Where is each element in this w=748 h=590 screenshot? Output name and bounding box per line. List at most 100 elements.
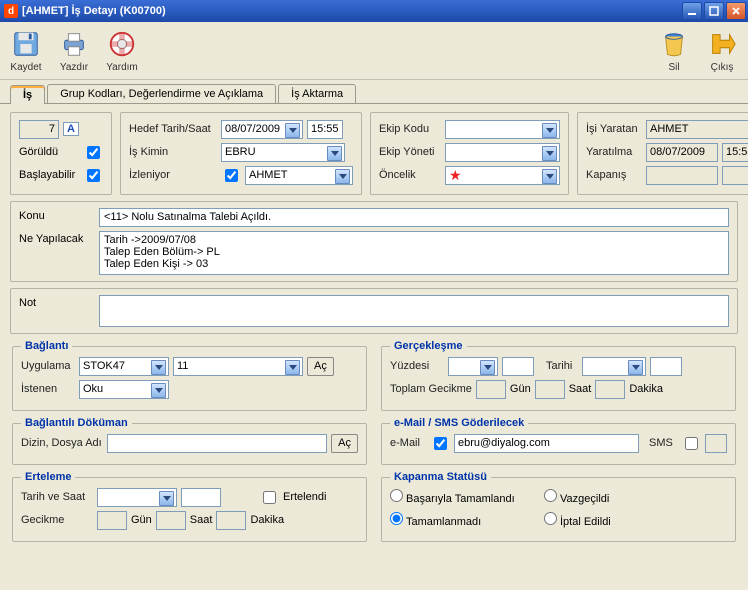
radio-basariyla[interactable]: Başarıyla Tamamlandı bbox=[390, 489, 540, 505]
iskimin-combo[interactable]: EBRU bbox=[221, 143, 345, 162]
ekipyoneti-label: Ekip Yöneti bbox=[379, 146, 441, 158]
kapanis-label: Kapanış bbox=[586, 169, 642, 181]
e-dakika-field bbox=[216, 511, 246, 530]
ekipkodu-combo[interactable] bbox=[445, 120, 560, 139]
panel-ekip: Ekip Kodu Ekip Yöneti Öncelik ★ bbox=[370, 112, 569, 195]
panel-email: e-Mail / SMS Göderilecek e-Mail SMS bbox=[381, 417, 736, 465]
gerceklesme-title: Gerçekleşme bbox=[390, 340, 467, 352]
panel-konu: Konu <11> Nolu Satınalma Talebi Açıldı. … bbox=[10, 201, 738, 282]
iskimin-label: İş Kimin bbox=[129, 146, 217, 158]
baglanti-title: Bağlantı bbox=[21, 340, 72, 352]
e-gun-field bbox=[97, 511, 127, 530]
exit-label: Çıkış bbox=[711, 62, 734, 73]
erteleme-tarih-combo[interactable] bbox=[97, 488, 177, 507]
delete-label: Sil bbox=[668, 62, 679, 73]
floppy-icon bbox=[10, 28, 42, 60]
email-checkbox[interactable] bbox=[434, 437, 447, 450]
ac-button[interactable]: Aç bbox=[307, 357, 334, 376]
gecikme-label: Gecikme bbox=[21, 514, 93, 526]
not-label: Not bbox=[19, 295, 91, 327]
e-gun-label: Gün bbox=[131, 514, 152, 526]
radio-vazgecildi[interactable]: Vazgeçildi bbox=[544, 489, 609, 505]
ertelendi-checkbox[interactable] bbox=[263, 491, 276, 504]
radio-tamamlanmadi[interactable]: Tamamlanmadı bbox=[390, 512, 540, 528]
uygulama2-combo[interactable]: 11 bbox=[173, 357, 303, 376]
kapanis-saat-field bbox=[722, 166, 748, 185]
izleniyor-label: İzleniyor bbox=[129, 169, 217, 181]
help-label: Yardım bbox=[106, 62, 138, 73]
neyap-field[interactable]: Tarih ->2009/07/08 Talep Eden Bölüm-> PL… bbox=[99, 231, 729, 275]
kapanis-tarih-field bbox=[646, 166, 718, 185]
baslayabilir-checkbox[interactable] bbox=[87, 169, 100, 182]
help-button[interactable]: Yardım bbox=[106, 28, 138, 73]
radio-iptal[interactable]: İptal Edildi bbox=[544, 512, 611, 528]
dokuman-title: Bağlantılı Döküman bbox=[21, 417, 132, 429]
uygulama-combo[interactable]: STOK47 bbox=[79, 357, 169, 376]
goruldu-checkbox[interactable] bbox=[87, 146, 100, 159]
dizin-label: Dizin, Dosya Adı bbox=[21, 437, 103, 449]
e-saat-label: Saat bbox=[190, 514, 213, 526]
record-num-field[interactable] bbox=[19, 120, 59, 139]
save-button[interactable]: Kaydet bbox=[10, 28, 42, 73]
e-dakika-label: Dakika bbox=[250, 514, 284, 526]
email-title: e-Mail / SMS Göderilecek bbox=[390, 417, 528, 429]
yaratilma-label: Yaratılma bbox=[586, 146, 642, 158]
izleniyor-checkbox[interactable] bbox=[225, 169, 238, 182]
window-title: [AHMET] İş Detayı (K00700) bbox=[22, 5, 166, 17]
dokuman-ac-button[interactable]: Aç bbox=[331, 434, 358, 453]
tab-bar: İş Grup Kodları, Değerlendirme ve Açıkla… bbox=[0, 84, 748, 104]
hedef-tarih-combo[interactable]: 08/07/2009 bbox=[221, 120, 303, 139]
yaratan-label: İşi Yaratan bbox=[586, 123, 642, 135]
trash-icon bbox=[658, 28, 690, 60]
gun-field bbox=[476, 380, 506, 399]
erteleme-tarih-label: Tarih ve Saat bbox=[21, 491, 93, 503]
dakika-field bbox=[595, 380, 625, 399]
yuzdesi-combo[interactable] bbox=[448, 357, 498, 376]
oncelik-label: Öncelik bbox=[379, 169, 441, 181]
toplam-label: Toplam Gecikme bbox=[390, 383, 472, 395]
main-toolbar: Kaydet Yazdır Yardım Sil Çıkış bbox=[0, 22, 748, 80]
app-icon: d bbox=[4, 4, 18, 18]
sms-label: SMS bbox=[649, 437, 677, 449]
exit-button[interactable]: Çıkış bbox=[706, 28, 738, 73]
close2-button[interactable] bbox=[726, 2, 746, 20]
email-field[interactable] bbox=[454, 434, 639, 453]
printer-icon bbox=[58, 28, 90, 60]
ekipkodu-label: Ekip Kodu bbox=[379, 123, 441, 135]
ekipyoneti-combo[interactable] bbox=[445, 143, 560, 162]
ertelendi-label: Ertelendi bbox=[283, 491, 326, 503]
sms-checkbox[interactable] bbox=[685, 437, 698, 450]
tarihi-combo[interactable] bbox=[582, 357, 646, 376]
save-label: Kaydet bbox=[10, 62, 41, 73]
font-icon[interactable]: A bbox=[63, 122, 79, 136]
print-button[interactable]: Yazdır bbox=[58, 28, 90, 73]
panel-not: Not bbox=[10, 288, 738, 334]
email-label: e-Mail bbox=[390, 437, 426, 449]
konu-label: Konu bbox=[19, 208, 91, 227]
saat-label: Saat bbox=[569, 383, 592, 395]
hedef-label: Hedef Tarih/Saat bbox=[129, 123, 217, 135]
tarihi2-field[interactable] bbox=[650, 357, 682, 376]
dizin-field[interactable] bbox=[107, 434, 327, 453]
tab-is[interactable]: İş bbox=[10, 85, 45, 104]
izleniyor-combo[interactable]: AHMET bbox=[245, 166, 353, 185]
print-label: Yazdır bbox=[60, 62, 88, 73]
maximize-button[interactable] bbox=[704, 2, 724, 20]
konu-field[interactable]: <11> Nolu Satınalma Talebi Açıldı. bbox=[99, 208, 729, 227]
delete-button[interactable]: Sil bbox=[658, 28, 690, 73]
minimize-button[interactable] bbox=[682, 2, 702, 20]
tarihi-label: Tarihi bbox=[546, 360, 578, 372]
tab-grup[interactable]: Grup Kodları, Değerlendirme ve Açıklama bbox=[47, 84, 276, 103]
not-field[interactable] bbox=[99, 295, 729, 327]
sms-field bbox=[705, 434, 727, 453]
yaratan-field bbox=[646, 120, 748, 139]
neyap-label: Ne Yapılacak bbox=[19, 231, 91, 275]
panel-status: A Görüldü Başlayabilir bbox=[10, 112, 112, 195]
oncelik-combo[interactable]: ★ bbox=[445, 166, 560, 185]
istenen-combo[interactable]: Oku bbox=[79, 380, 169, 399]
hedef-saat-field[interactable] bbox=[307, 120, 343, 139]
yuzdesi2-field[interactable] bbox=[502, 357, 534, 376]
tab-aktarma[interactable]: İş Aktarma bbox=[278, 84, 356, 103]
e-saat-field bbox=[156, 511, 186, 530]
erteleme-saat-field[interactable] bbox=[181, 488, 221, 507]
